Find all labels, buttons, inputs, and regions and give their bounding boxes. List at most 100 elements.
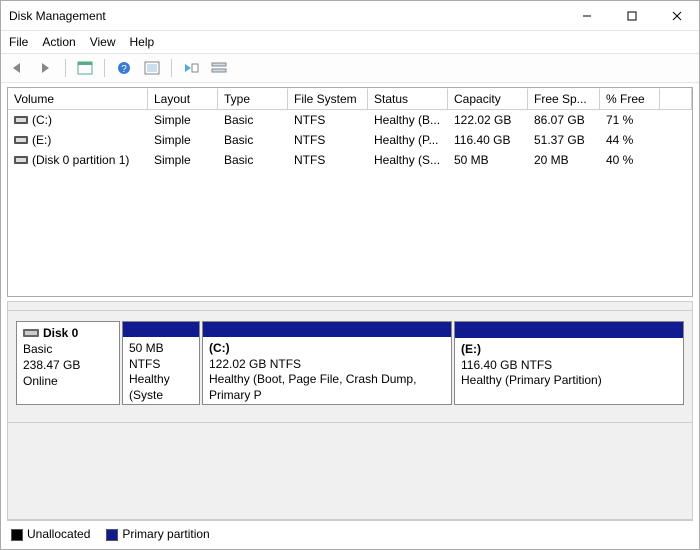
volume-name: (C:) [32,113,52,127]
partition-box[interactable]: (E:)116.40 GB NTFSHealthy (Primary Parti… [454,321,684,405]
detail-icon [211,61,227,75]
maximize-icon [627,11,637,21]
legend-primary: Primary partition [106,527,209,541]
partition-status: Healthy (Primary Partition) [461,373,677,389]
partition-header-bar [203,322,451,337]
pane-splitter[interactable] [7,301,693,311]
disk-management-window: Disk Management File Action View Help ? [0,0,700,550]
toolbar: ? [1,53,699,83]
close-icon [672,11,682,21]
menu-file[interactable]: File [9,35,28,49]
forward-button[interactable] [35,58,57,78]
help-icon: ? [117,61,131,75]
volume-status: Healthy (B... [368,110,448,130]
volume-row[interactable]: (E:)SimpleBasicNTFSHealthy (P...116.40 G… [8,130,692,150]
col-type[interactable]: Type [218,88,288,109]
disk-name: Disk 0 [43,326,78,340]
legend: Unallocated Primary partition [7,520,693,543]
volume-fs: NTFS [288,110,368,130]
volume-layout: Simple [148,150,218,170]
volume-capacity: 50 MB [448,150,528,170]
volume-layout: Simple [148,130,218,150]
disk-map-pane: Disk 0 Basic 238.47 GB Online 50 MB NTFS… [7,311,693,423]
volume-type: Basic [218,110,288,130]
menubar: File Action View Help [1,31,699,53]
volume-capacity: 122.02 GB [448,110,528,130]
partition-size: 116.40 GB NTFS [461,358,677,374]
volume-pctfree: 71 % [600,110,660,130]
col-capacity[interactable]: Capacity [448,88,528,109]
drive-icon [14,135,28,145]
swatch-primary-icon [106,529,118,541]
menu-action[interactable]: Action [42,35,75,49]
minimize-button[interactable] [564,1,609,31]
disk-size: 238.47 GB [23,358,113,372]
volume-status: Healthy (P... [368,130,448,150]
partition-status: Healthy (Boot, Page File, Crash Dump, Pr… [209,372,445,403]
partition-header-bar [123,322,199,337]
volume-fs: NTFS [288,150,368,170]
volume-layout: Simple [148,110,218,130]
drive-icon [14,115,28,125]
volume-name: (Disk 0 partition 1) [32,153,129,167]
partition-box[interactable]: (C:)122.02 GB NTFSHealthy (Boot, Page Fi… [202,321,452,405]
col-layout[interactable]: Layout [148,88,218,109]
settings-button[interactable] [180,58,202,78]
volume-free: 51.37 GB [528,130,600,150]
col-pct-free[interactable]: % Free [600,88,660,109]
svg-text:?: ? [121,64,127,75]
volume-status: Healthy (S... [368,150,448,170]
disk-row: Disk 0 Basic 238.47 GB Online 50 MB NTFS… [16,321,684,405]
titlebar: Disk Management [1,1,699,31]
partition-name: (C:) [209,341,445,357]
toolbar-separator [171,59,172,77]
drive-icon [14,155,28,165]
volume-name: (E:) [32,133,51,147]
legend-unallocated: Unallocated [11,527,90,541]
volume-row[interactable]: (Disk 0 partition 1) SimpleBasicNTFSHealt… [8,150,692,170]
swatch-unallocated-icon [11,529,23,541]
disk-icon [23,327,39,339]
col-free-space[interactable]: Free Sp... [528,88,600,109]
toolbar-separator [65,59,66,77]
volume-free: 20 MB [528,150,600,170]
disk-type: Basic [23,342,113,356]
toolbar-separator [104,59,105,77]
list-icon [183,61,199,75]
show-hide-tree-button[interactable] [74,58,96,78]
close-button[interactable] [654,1,699,31]
volume-pctfree: 44 % [600,130,660,150]
col-status[interactable]: Status [368,88,448,109]
volume-type: Basic [218,150,288,170]
volume-list-body[interactable]: (C:) SimpleBasicNTFSHealthy (B...122.02 G… [8,110,692,296]
refresh-icon [144,61,160,75]
disk-status: Online [23,374,113,388]
volume-row[interactable]: (C:) SimpleBasicNTFSHealthy (B...122.02 G… [8,110,692,130]
refresh-button[interactable] [141,58,163,78]
help-button[interactable]: ? [113,58,135,78]
partition-area: 50 MB NTFSHealthy (Syste(C:)122.02 GB NT… [122,321,684,405]
volume-free: 86.07 GB [528,110,600,130]
partition-size: 50 MB NTFS [129,341,193,372]
back-arrow-icon [11,62,25,74]
volume-fs: NTFS [288,130,368,150]
partition-header-bar [455,322,683,338]
volume-list-pane: Volume Layout Type File System Status Ca… [7,87,693,297]
volume-pctfree: 40 % [600,150,660,170]
back-button[interactable] [7,58,29,78]
detail-button[interactable] [208,58,230,78]
forward-arrow-icon [39,62,53,74]
col-file-system[interactable]: File System [288,88,368,109]
partition-status: Healthy (Syste [129,372,193,403]
volume-list-header: Volume Layout Type File System Status Ca… [8,88,692,110]
volume-type: Basic [218,130,288,150]
disk-info-box[interactable]: Disk 0 Basic 238.47 GB Online [16,321,120,405]
col-tail[interactable] [660,88,692,109]
maximize-button[interactable] [609,1,654,31]
menu-help[interactable]: Help [130,35,155,49]
partition-box[interactable]: 50 MB NTFSHealthy (Syste [122,321,200,405]
minimize-icon [582,11,592,21]
col-volume[interactable]: Volume [8,88,148,109]
window-title: Disk Management [9,9,564,23]
menu-view[interactable]: View [90,35,116,49]
